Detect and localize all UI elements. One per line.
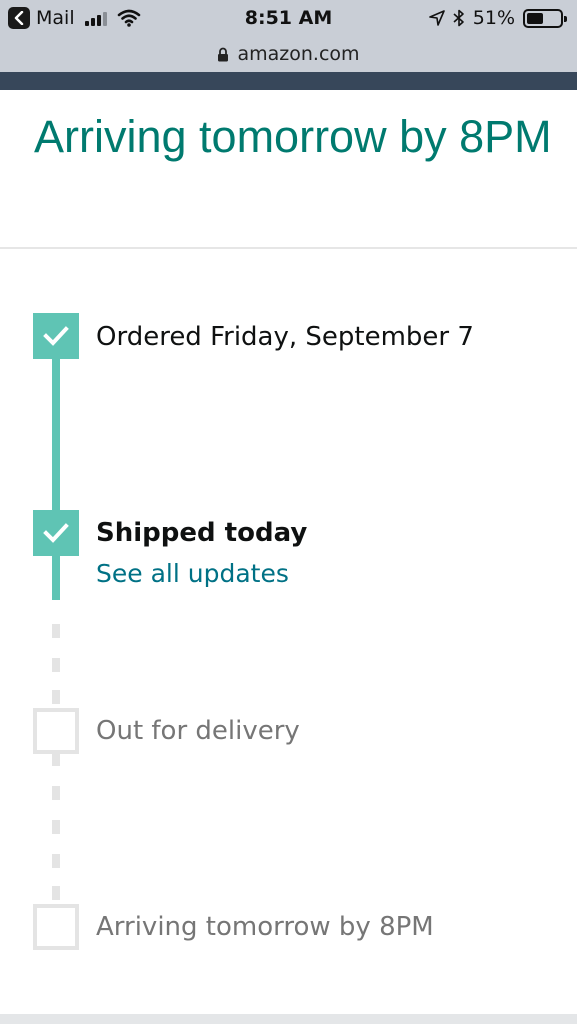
step-checkbox-arriving — [33, 904, 79, 950]
bottom-edge — [0, 1014, 577, 1024]
lock-icon — [217, 47, 229, 62]
progress-dash — [52, 624, 60, 638]
progress-dash — [52, 820, 60, 834]
bluetooth-icon — [453, 9, 464, 27]
checkmark-icon — [43, 523, 69, 543]
address-bar[interactable]: amazon.com — [0, 36, 577, 72]
battery-icon — [523, 8, 567, 28]
step-label-shipped: Shipped today — [96, 518, 308, 548]
step-checkbox-out-for-delivery — [33, 708, 79, 754]
divider — [0, 247, 577, 249]
step-label-out-for-delivery: Out for delivery — [96, 716, 300, 746]
site-nav-strip — [0, 72, 577, 90]
location-arrow-icon — [428, 10, 445, 26]
see-all-updates-link[interactable]: See all updates — [96, 557, 289, 591]
status-right: 51% — [428, 7, 567, 29]
progress-line-complete — [52, 358, 60, 510]
url-text: amazon.com — [237, 43, 360, 65]
checkmark-icon — [43, 326, 69, 346]
progress-dash — [52, 658, 60, 672]
battery-level — [527, 12, 544, 24]
status-bar: Mail 8:51 AM 51% — [0, 0, 577, 36]
battery-percent: 51% — [472, 7, 515, 29]
progress-line-current — [52, 554, 60, 600]
progress-dash — [52, 690, 60, 704]
progress-dash — [52, 886, 60, 900]
progress-dash — [52, 786, 60, 800]
page-title: Arriving tomorrow by 8PM — [34, 111, 552, 162]
step-label-arriving: Arriving tomorrow by 8PM — [96, 912, 434, 942]
step-checkbox-shipped — [33, 510, 79, 556]
step-checkbox-ordered — [33, 313, 79, 359]
step-label-ordered: Ordered Friday, September 7 — [96, 322, 474, 352]
progress-dash — [52, 752, 60, 766]
progress-dash — [52, 854, 60, 868]
